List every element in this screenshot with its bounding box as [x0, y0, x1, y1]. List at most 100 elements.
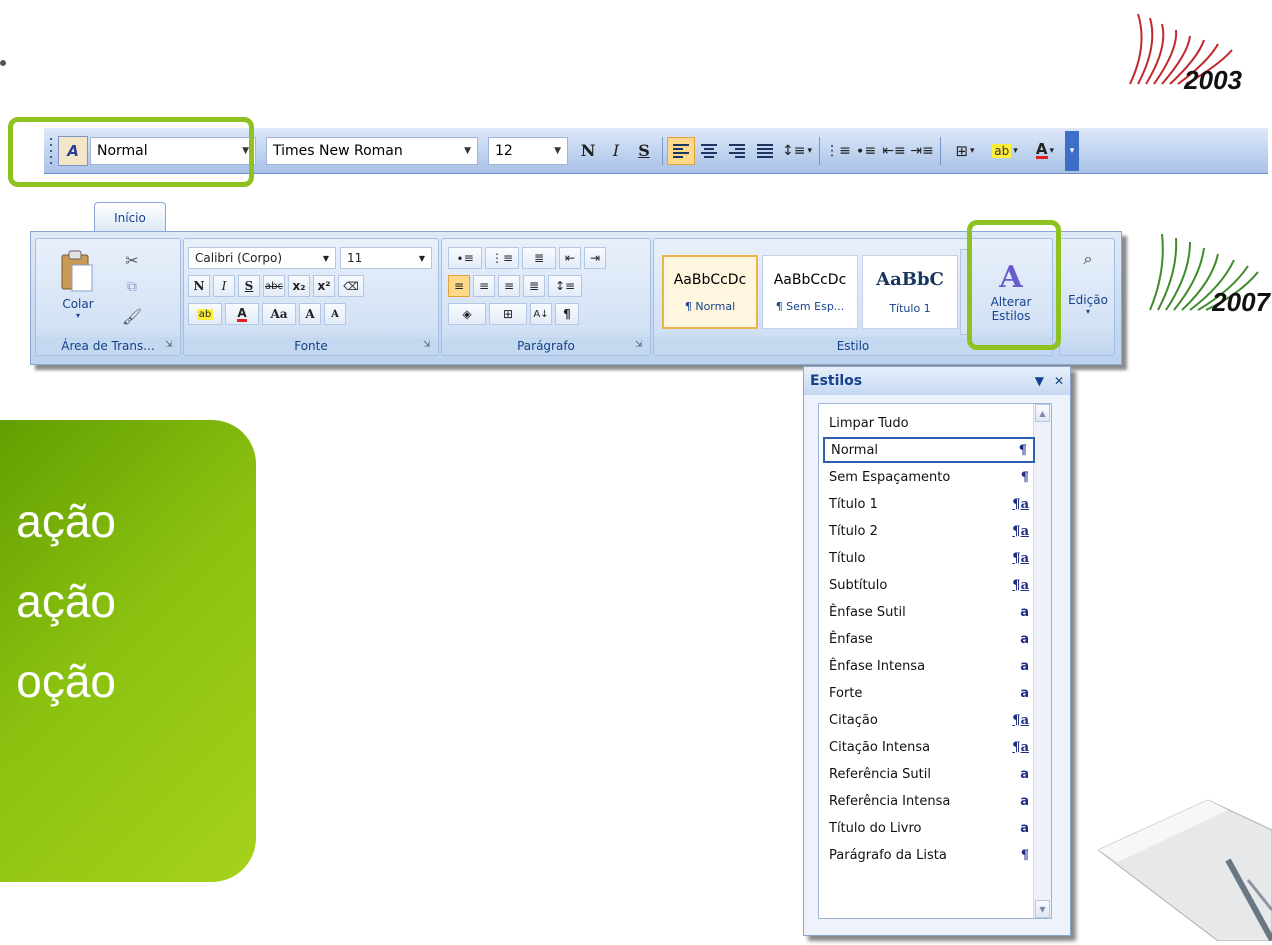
style-item[interactable]: Referência Intensa a [823, 788, 1035, 814]
style-sample: AaBbC [876, 269, 944, 290]
highlight-button[interactable]: ab ▾ [985, 137, 1025, 165]
align-right-button[interactable] [723, 137, 751, 165]
styles-list: ▲ ▼ Limpar Tudo Normal ¶ Sem Espaçamento ¶ Tí… [818, 403, 1052, 919]
style-item[interactable]: Ênfase Intensa a [823, 653, 1035, 679]
strikethrough-button[interactable]: abc [263, 275, 285, 297]
editing-button[interactable]: ⌕ Edição ▾ [1060, 249, 1116, 339]
paste-button[interactable]: Colar ▾ [52, 249, 104, 329]
underline-button[interactable]: S [630, 137, 658, 165]
chevron-down-icon[interactable]: ▼ [554, 146, 561, 156]
pane-menu-chevron-icon[interactable]: ▼ [1035, 374, 1044, 388]
style-item[interactable]: Título 1 ¶a [823, 491, 1035, 517]
ribbon-line-spacing-button[interactable]: ↕≡ [548, 275, 582, 297]
show-marks-button[interactable]: ¶ [555, 303, 579, 325]
style-item[interactable]: Título 2 ¶a [823, 518, 1035, 544]
style-item[interactable]: Parágrafo da Lista ¶ [823, 842, 1035, 868]
paint-bucket-icon: ◈ [462, 307, 472, 321]
chevron-down-icon[interactable]: ▼ [464, 146, 471, 156]
grow-font-button[interactable]: A [299, 303, 321, 325]
keyboard-illustration [1097, 790, 1272, 942]
style-item[interactable]: Limpar Tudo [823, 410, 1035, 436]
style-item[interactable]: Ênfase Sutil a [823, 599, 1035, 625]
ribbon-font-combo[interactable]: Calibri (Corpo) ▼ [188, 247, 336, 269]
ribbon-decrease-indent-button[interactable]: ⇤ [559, 247, 581, 269]
justify-button[interactable] [751, 137, 779, 165]
ribbon-align-right-button[interactable]: ≡ [498, 275, 520, 297]
style-item[interactable]: Subtítulo ¶a [823, 572, 1035, 598]
style-gallery-normal[interactable]: AaBbCcDc ¶ Normal [662, 255, 758, 329]
close-icon[interactable]: ✕ [1054, 374, 1064, 388]
decrease-indent-button[interactable]: ⇤≡ [880, 137, 908, 165]
cut-icon[interactable]: ✂ [120, 251, 144, 273]
line-spacing-button[interactable]: ↕≡ ▾ [779, 137, 815, 165]
ribbon-highlight-button[interactable]: ab [188, 303, 222, 325]
scroll-down-icon[interactable]: ▼ [1035, 900, 1050, 918]
style-item[interactable]: Ênfase a [823, 626, 1035, 652]
dialog-launcher-icon[interactable]: ⇲ [165, 340, 177, 352]
clear-formatting-button[interactable]: ⌫ [338, 275, 364, 297]
highlighter-icon: ab [196, 308, 214, 320]
ribbon-italic-button[interactable]: I [213, 275, 235, 297]
numbered-list-icon: ⋮≡ [825, 142, 851, 159]
bold-button[interactable]: N [574, 137, 602, 165]
style-item[interactable]: Normal ¶ [823, 437, 1035, 463]
ribbon-align-left-button[interactable]: ≡ [448, 275, 470, 297]
style-item[interactable]: Citação ¶a [823, 707, 1035, 733]
borders-button[interactable]: ⊞ ▾ [945, 137, 985, 165]
size-combo[interactable]: 12 ▼ [488, 136, 568, 165]
style-gallery-titulo-1[interactable]: AaBbC Título 1 [862, 255, 958, 329]
font-combo[interactable]: Times New Roman ▼ [266, 136, 478, 165]
shrink-font-button[interactable]: A [324, 303, 346, 325]
style-item[interactable]: Sem Espaçamento ¶ [823, 464, 1035, 490]
italic-button[interactable]: I [602, 137, 630, 165]
ribbon-bold-button[interactable]: N [188, 275, 210, 297]
paragraph-group-label-text: Parágrafo [517, 339, 575, 353]
bullet-fragment [0, 60, 6, 66]
dialog-launcher-icon[interactable]: ⇲ [635, 340, 647, 352]
paste-icon [61, 250, 93, 292]
ribbon-justify-button[interactable]: ≣ [523, 275, 545, 297]
align-center-button[interactable] [695, 137, 723, 165]
dialog-launcher-icon[interactable]: ⇲ [423, 340, 435, 352]
toolbar-options-button[interactable]: ▾ [1065, 130, 1079, 171]
style-item[interactable]: Forte a [823, 680, 1035, 706]
style-gallery-sem-espacamento[interactable]: AaBbCcDc ¶ Sem Esp... [762, 255, 858, 329]
sort-button[interactable]: A↓ [530, 303, 552, 325]
linked-style-icon: ¶a [1012, 739, 1029, 755]
ribbon-size-combo[interactable]: 11 ▼ [340, 247, 432, 269]
line-spacing-icon: ↕≡ [782, 142, 806, 159]
font-color-button[interactable]: A ▾ [1025, 137, 1065, 165]
style-item[interactable]: Referência Sutil a [823, 761, 1035, 787]
style-item[interactable]: Título do Livro a [823, 815, 1035, 841]
tab-inicio[interactable]: Início [94, 202, 166, 232]
style-name: ¶ Sem Esp... [775, 299, 845, 313]
numbering-button[interactable]: ⋮≡ [824, 137, 852, 165]
increase-indent-button[interactable]: ⇥≡ [908, 137, 936, 165]
character-style-icon: a [1020, 766, 1029, 782]
paste-label: Colar [62, 297, 94, 311]
change-case-button[interactable]: Aa [262, 303, 296, 325]
align-left-button[interactable] [667, 136, 695, 165]
ribbon-bullets-button[interactable]: ∙≡ [448, 247, 482, 269]
ribbon-numbering-button[interactable]: ⋮≡ [485, 247, 519, 269]
format-painter-icon[interactable]: 🖌 [120, 307, 144, 329]
scroll-up-icon[interactable]: ▲ [1035, 404, 1050, 422]
font-color-icon: A [1035, 140, 1048, 159]
bullets-button[interactable]: ∙≡ [852, 137, 880, 165]
styles-list-scrollbar[interactable]: ▲ ▼ [1033, 404, 1051, 918]
change-styles-highlight [967, 220, 1061, 350]
subscript-button[interactable]: x₂ [288, 275, 310, 297]
ribbon-font-color-button[interactable]: A [225, 303, 259, 325]
style-item-label: Citação Intensa [829, 739, 931, 755]
multilevel-list-button[interactable]: ≣ [522, 247, 556, 269]
superscript-button[interactable]: x² [313, 275, 335, 297]
ribbon-underline-button[interactable]: S [238, 275, 260, 297]
style-item[interactable]: Citação Intensa ¶a [823, 734, 1035, 760]
ribbon-borders-button[interactable]: ⊞ [489, 303, 527, 325]
style-item[interactable]: Título ¶a [823, 545, 1035, 571]
copy-icon[interactable]: ⧉ [120, 279, 144, 301]
ribbon-increase-indent-button[interactable]: ⇥ [584, 247, 606, 269]
style-name: ¶ Normal [684, 299, 736, 313]
shading-button[interactable]: ◈ [448, 303, 486, 325]
ribbon-align-center-button[interactable]: ≡ [473, 275, 495, 297]
